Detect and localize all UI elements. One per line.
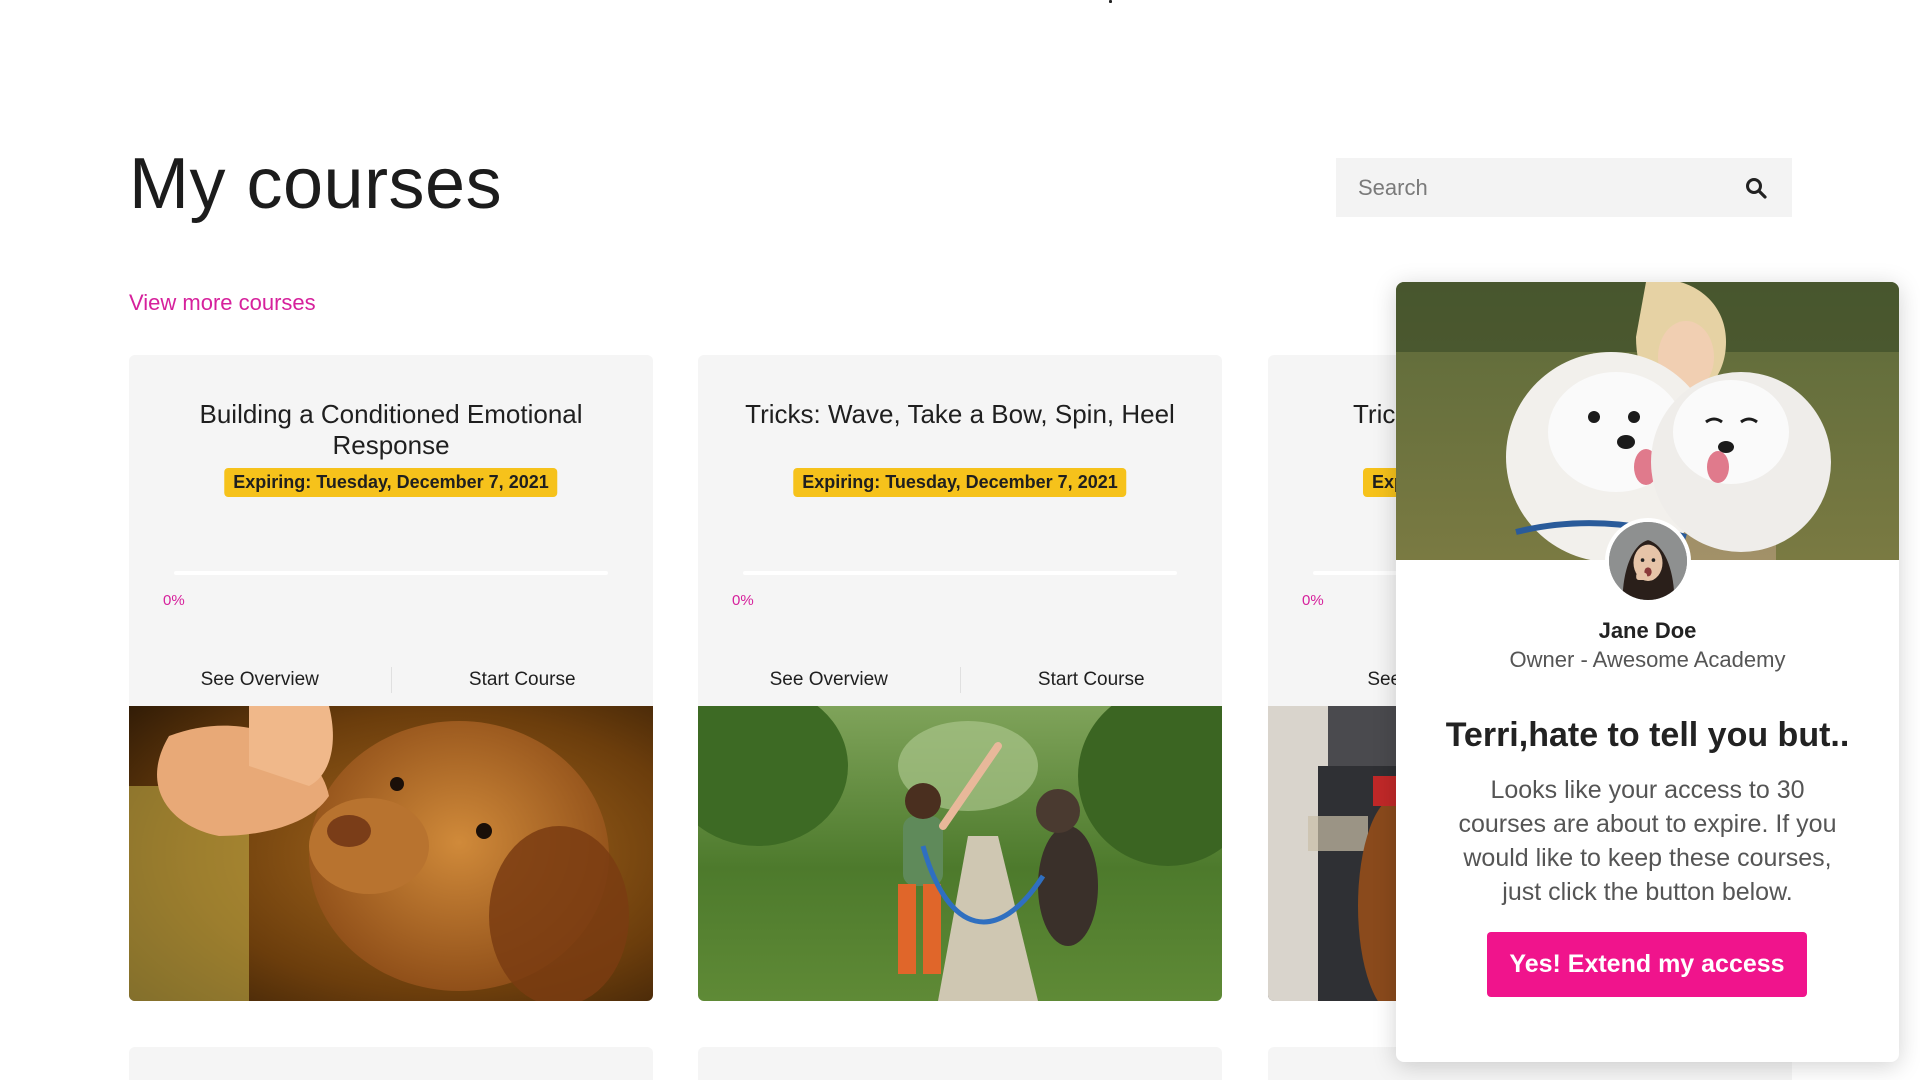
start-course-button[interactable]: Start Course: [392, 669, 654, 691]
course-card-next-row: [698, 1047, 1222, 1080]
owner-avatar: [1605, 518, 1691, 604]
start-course-button[interactable]: Start Course: [961, 669, 1223, 691]
course-image[interactable]: [129, 706, 653, 1001]
page-title: My courses: [129, 144, 503, 224]
course-image[interactable]: [698, 706, 1222, 1001]
course-card: Tricks: Wave, Take a Bow, Spin, Heel Exp…: [698, 355, 1222, 1001]
progress-percent: 0%: [1302, 592, 1324, 609]
owner-role: Owner - Awesome Academy: [1509, 647, 1786, 672]
course-actions: See Overview Start Course: [129, 655, 653, 705]
progress-bar: [174, 571, 608, 575]
progress-percent: 0%: [163, 592, 185, 609]
see-overview-button[interactable]: See Overview: [698, 669, 960, 691]
search-icon[interactable]: [1742, 174, 1770, 202]
access-expiring-popup: Jane Doe Owner - Awesome Academy Terri,h…: [1396, 282, 1899, 1062]
course-actions: See Overview Start Course: [698, 655, 1222, 705]
progress-bar: [743, 571, 1177, 575]
popup-message: Looks like your access to 30 courses are…: [1458, 776, 1837, 906]
search-bar: [1336, 158, 1792, 217]
extend-access-button[interactable]: Yes! Extend my access: [1487, 932, 1807, 997]
course-title: Tric: [1353, 399, 1396, 429]
popup-headline: Terri,hate to tell you but..: [1445, 716, 1850, 754]
text-cursor-mark: [1109, 0, 1112, 3]
owner-name: Jane Doe: [1598, 618, 1697, 643]
course-card-next-row: [129, 1047, 653, 1080]
search-input[interactable]: [1358, 174, 1742, 201]
expiration-badge: Expiring: Tuesday, December 7, 2021: [224, 468, 558, 497]
course-title: Building a Conditioned Emotional Respons…: [199, 399, 583, 460]
course-card: Building a Conditioned Emotional Respons…: [129, 355, 653, 1001]
view-more-courses-link[interactable]: View more courses: [129, 290, 316, 316]
progress-percent: 0%: [732, 592, 754, 609]
expiration-badge: Expiring: Tuesday, December 7, 2021: [793, 468, 1127, 497]
see-overview-button[interactable]: See Overview: [129, 669, 391, 691]
course-title: Tricks: Wave, Take a Bow, Spin, Heel: [745, 399, 1175, 429]
